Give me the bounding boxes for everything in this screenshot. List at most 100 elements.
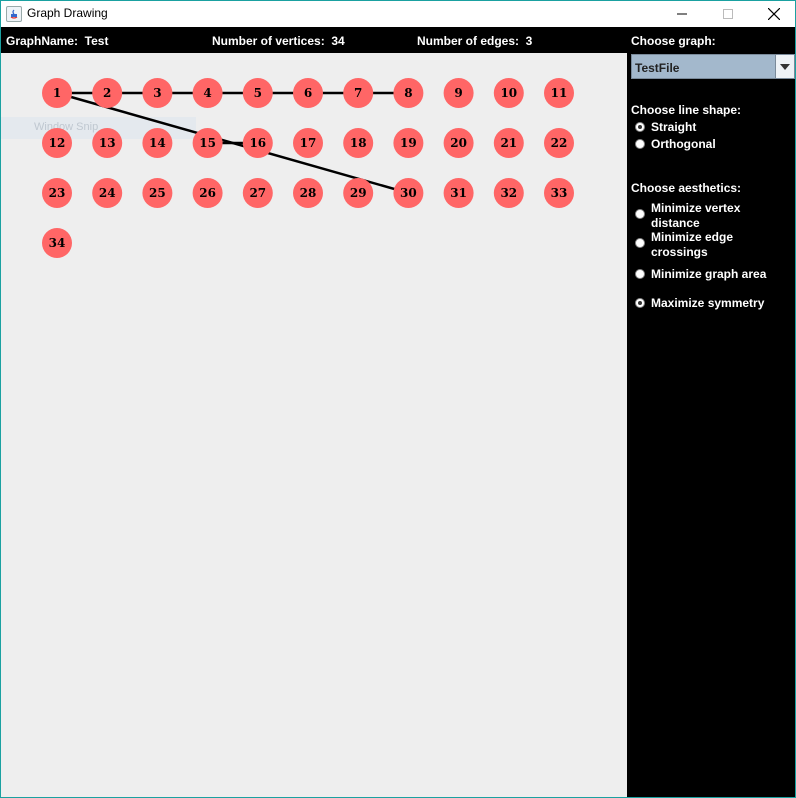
graph-vertex[interactable]: 5 <box>242 78 273 108</box>
graph-vertex[interactable]: 31 <box>443 178 474 208</box>
radio-min-edge-crossings[interactable]: Minimize edge crossings <box>635 230 785 260</box>
vertex-label: 5 <box>254 86 262 100</box>
graph-vertex[interactable]: 20 <box>443 128 474 158</box>
graph-vertex[interactable]: 8 <box>393 78 424 108</box>
graph-vertex[interactable]: 3 <box>142 78 173 108</box>
vertex-label: 21 <box>500 136 517 150</box>
graph-vertex[interactable]: 13 <box>92 128 123 158</box>
graph-name-label: GraphName: Test <box>6 34 109 48</box>
vertex-label: 11 <box>551 86 568 100</box>
app-window: Graph Drawing GraphName: Test Number of … <box>0 0 796 798</box>
vertex-label: 12 <box>49 136 66 150</box>
graph-vertex[interactable]: 14 <box>142 128 173 158</box>
graph-vertex[interactable]: 17 <box>293 128 323 158</box>
radio-label: Straight <box>651 120 697 134</box>
vertex-label: 7 <box>354 86 362 100</box>
radio-circle[interactable] <box>635 122 645 132</box>
graph-vertex[interactable]: 25 <box>142 178 173 208</box>
graph-vertex[interactable]: 15 <box>192 128 223 158</box>
graph-vertex[interactable]: 29 <box>343 178 374 208</box>
graph-vertex[interactable]: 27 <box>242 178 273 208</box>
close-button[interactable] <box>751 1 795 27</box>
vertex-label: 33 <box>551 186 568 200</box>
radio-orthogonal[interactable]: Orthogonal <box>635 137 716 152</box>
radio-label: Minimize graph area <box>651 267 767 281</box>
graph-vertex[interactable]: 30 <box>393 178 424 208</box>
window-title: Graph Drawing <box>27 6 108 20</box>
graph-vertex[interactable]: 26 <box>192 178 223 208</box>
vertex-label: 24 <box>99 186 116 200</box>
vertex-label: 32 <box>500 186 517 200</box>
graph-vertex[interactable]: 9 <box>443 78 474 108</box>
radio-circle[interactable] <box>635 238 645 248</box>
graph-vertex[interactable]: 12 <box>42 128 72 158</box>
radio-straight[interactable]: Straight <box>635 120 696 135</box>
graph-select[interactable]: TestFile <box>631 54 795 79</box>
graph-vertex[interactable]: 4 <box>192 78 223 108</box>
vertex-label: 3 <box>153 86 161 100</box>
graph-vertex[interactable]: 33 <box>544 178 574 208</box>
radio-max-symmetry[interactable]: Maximize symmetry <box>635 296 764 311</box>
maximize-icon <box>723 9 733 19</box>
graph-canvas[interactable]: Window Snip 1 2 3 4 5 6 7 8 9 10 11 12 13 14 15 16 17 18 1… <box>1 53 627 797</box>
vertex-label: 8 <box>404 86 412 100</box>
radio-label: Minimize edge crossings <box>651 230 734 259</box>
close-icon <box>768 8 780 20</box>
graph-vertex[interactable]: 1 <box>42 78 72 108</box>
graph-vertex[interactable]: 24 <box>92 178 123 208</box>
radio-min-vertex-distance[interactable]: Minimize vertex distance <box>635 201 785 231</box>
vertex-label: 6 <box>304 86 312 100</box>
vertex-label: 17 <box>300 136 317 150</box>
vertex-label: 4 <box>203 86 211 100</box>
vertex-label: 18 <box>350 136 367 150</box>
vertex-label: 25 <box>149 186 166 200</box>
vertex-label: 22 <box>551 136 568 150</box>
vertex-label: 28 <box>300 186 317 200</box>
choose-line-shape-label: Choose line shape: <box>631 103 742 117</box>
minimize-button[interactable] <box>659 1 705 27</box>
vertex-label: 16 <box>249 136 266 150</box>
vertex-count-label: Number of vertices: 34 <box>212 34 345 48</box>
radio-circle[interactable] <box>635 139 645 149</box>
graph-vertex[interactable]: 23 <box>42 178 72 208</box>
graph-info-bar: GraphName: Test Number of vertices: 34 N… <box>1 27 627 53</box>
radio-label: Maximize symmetry <box>651 296 765 310</box>
graph-vertex[interactable]: 2 <box>92 78 123 108</box>
radio-label: Minimize vertex distance <box>651 201 741 230</box>
graph-vertex[interactable]: 6 <box>293 78 323 108</box>
graph-vertex[interactable]: 7 <box>343 78 374 108</box>
graph-vertex[interactable]: 11 <box>544 78 574 108</box>
radio-label: Orthogonal <box>651 137 716 151</box>
radio-circle[interactable] <box>635 209 645 219</box>
vertex-label: 29 <box>350 186 367 200</box>
graph-select-value: TestFile <box>635 61 680 75</box>
radio-min-graph-area[interactable]: Minimize graph area <box>635 267 766 282</box>
vertex-label: 30 <box>400 186 417 200</box>
graph-vertex[interactable]: 32 <box>493 178 524 208</box>
vertex-label: 14 <box>149 136 166 150</box>
vertex-label: 23 <box>49 186 66 200</box>
graph-vertex[interactable]: 18 <box>343 128 374 158</box>
chevron-down-icon <box>780 63 790 70</box>
title-bar: Graph Drawing <box>1 1 795 27</box>
settings-panel: Choose graph: TestFile Choose line shape… <box>627 27 795 797</box>
vertex-label: 9 <box>454 86 462 100</box>
graph-vertex[interactable]: 28 <box>293 178 323 208</box>
choose-aesthetics-label: Choose aesthetics: <box>631 181 742 195</box>
graph-vertex[interactable]: 21 <box>493 128 524 158</box>
graph-vertex[interactable]: 16 <box>242 128 273 158</box>
vertex-label: 20 <box>450 136 467 150</box>
maximize-button[interactable] <box>705 1 751 27</box>
radio-circle[interactable] <box>635 269 645 279</box>
graph-vertex[interactable]: 19 <box>393 128 424 158</box>
vertex-label: 10 <box>500 86 517 100</box>
vertex-label: 27 <box>249 186 266 200</box>
graph-vertex[interactable]: 22 <box>544 128 574 158</box>
graph-vertex[interactable]: 34 <box>42 228 72 258</box>
vertex-label: 26 <box>199 186 216 200</box>
graph-drawing: 1 2 3 4 5 6 7 8 9 10 1112 13 14 15 16 17 18 19 20 21 2223 24 2… <box>42 78 574 258</box>
graph-vertex[interactable]: 10 <box>493 78 524 108</box>
dropdown-arrow-button[interactable] <box>775 55 794 78</box>
minimize-icon <box>677 13 687 15</box>
radio-circle[interactable] <box>635 298 645 308</box>
